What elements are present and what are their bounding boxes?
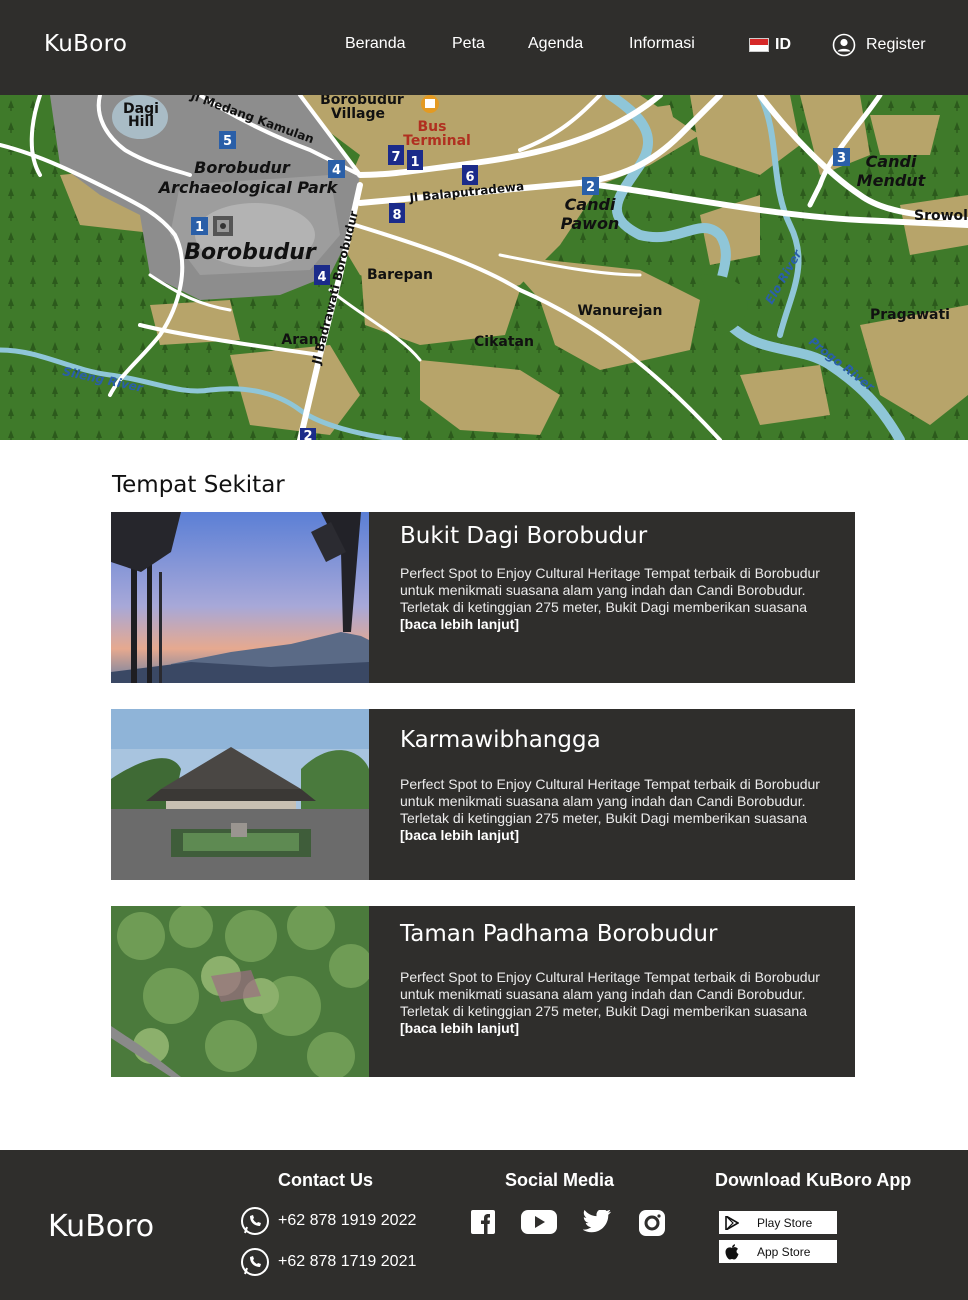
svg-text:Candi: Candi <box>866 152 917 171</box>
read-more-link[interactable]: [baca lebih lanjut] <box>400 827 519 843</box>
nav-peta[interactable]: Peta <box>452 35 485 53</box>
map-marker-6[interactable]: 6 <box>462 165 478 185</box>
svg-text:Archaeological Park: Archaeological Park <box>157 178 339 197</box>
temple-icon <box>213 216 233 236</box>
svg-text:1: 1 <box>410 155 419 170</box>
logo[interactable]: KuBoro <box>44 31 127 57</box>
play-store-button[interactable]: Play Store <box>719 1211 837 1234</box>
apple-icon <box>719 1243 745 1260</box>
svg-text:7: 7 <box>391 150 400 165</box>
contact-title: Contact Us <box>278 1170 374 1190</box>
phone-number: +62 878 1719 2021 <box>278 1253 417 1270</box>
map-marker-8[interactable]: 8 <box>389 203 405 223</box>
footer-logo[interactable]: KuBoro <box>48 1209 154 1244</box>
app-store-button[interactable]: App Store <box>719 1240 837 1263</box>
phone-number: +62 878 1919 2022 <box>278 1212 417 1229</box>
language-label: ID <box>775 36 791 53</box>
place-photo-sunset <box>111 512 369 683</box>
play-store-label: Play Store <box>757 1215 813 1230</box>
place-title: Bukit Dagi Borobudur <box>400 523 648 549</box>
place-photo-pavilion <box>111 709 369 880</box>
whatsapp-icon <box>241 1248 269 1276</box>
svg-text:Candi: Candi <box>565 195 616 214</box>
svg-text:Borobudur: Borobudur <box>194 158 291 177</box>
play-store-icon <box>719 1215 745 1230</box>
place-card-karmawibhangga[interactable]: Karmawibhangga Perfect Spot to Enjoy Cul… <box>111 709 855 880</box>
phone-link-2[interactable]: +62 878 1719 2021 <box>240 1247 416 1277</box>
top-navbar: KuBoro Beranda Peta Agenda Informasi ID … <box>0 0 968 95</box>
nav-agenda[interactable]: Agenda <box>528 35 583 53</box>
map-marker-5[interactable]: 5 <box>219 131 236 149</box>
phone-link-1[interactable]: +62 878 1919 2022 <box>240 1206 416 1236</box>
twitter-icon[interactable] <box>583 1210 611 1234</box>
svg-text:2: 2 <box>303 429 312 440</box>
place-card-bukit-dagi[interactable]: Bukit Dagi Borobudur Perfect Spot to Enj… <box>111 512 855 683</box>
map-marker-2[interactable]: 2 <box>582 177 599 195</box>
instagram-icon[interactable] <box>639 1210 665 1236</box>
place-description: Perfect Spot to Enjoy Cultural Heritage … <box>400 969 820 1036</box>
svg-text:Wanurejan: Wanurejan <box>578 303 663 319</box>
user-icon <box>832 33 856 57</box>
read-more-link[interactable]: [baca lebih lanjut] <box>400 616 519 632</box>
language-selector[interactable]: ID <box>749 36 791 54</box>
map-marker-2b[interactable]: 2 <box>300 428 316 440</box>
map-marker-7[interactable]: 7 <box>388 145 404 165</box>
svg-text:6: 6 <box>465 170 474 185</box>
place-description: Perfect Spot to Enjoy Cultural Heritage … <box>400 776 820 843</box>
indonesia-flag-icon <box>749 38 769 52</box>
map-marker-4b[interactable]: 4 <box>314 265 330 285</box>
svg-text:8: 8 <box>392 208 401 223</box>
svg-text:Barepan: Barepan <box>367 267 433 283</box>
svg-text:Borobudur: Borobudur <box>184 240 317 265</box>
svg-text:4: 4 <box>332 163 341 178</box>
youtube-icon[interactable] <box>521 1210 557 1234</box>
svg-text:Srowol: Srowol <box>914 208 968 224</box>
social-title: Social Media <box>505 1170 615 1190</box>
register-label: Register <box>866 36 926 53</box>
svg-text:5: 5 <box>223 134 232 149</box>
place-photo-aerial <box>111 906 369 1077</box>
svg-text:Pragawati: Pragawati <box>870 307 950 323</box>
svg-text:Terminal: Terminal <box>403 133 471 149</box>
place-title: Karmawibhangga <box>400 727 601 753</box>
svg-text:4: 4 <box>317 270 326 285</box>
svg-text:3: 3 <box>837 151 846 166</box>
bus-icon <box>421 95 439 113</box>
facebook-icon[interactable] <box>471 1210 495 1234</box>
place-title: Taman Padhama Borobudur <box>400 921 718 947</box>
svg-text:Hill: Hill <box>128 114 154 130</box>
nav-informasi[interactable]: Informasi <box>629 35 695 53</box>
app-store-label: App Store <box>757 1244 811 1259</box>
map-marker-1a[interactable]: 1 <box>191 217 208 235</box>
svg-text:Village: Village <box>331 106 385 122</box>
svg-text:2: 2 <box>586 180 595 195</box>
svg-text:Mendut: Mendut <box>857 171 927 190</box>
nav-beranda[interactable]: Beranda <box>345 35 406 53</box>
map-marker-4a[interactable]: 4 <box>328 160 345 178</box>
whatsapp-icon <box>241 1207 269 1235</box>
place-card-taman-padhama[interactable]: Taman Padhama Borobudur Perfect Spot to … <box>111 906 855 1077</box>
place-description: Perfect Spot to Enjoy Cultural Heritage … <box>400 565 820 632</box>
map-marker-1b[interactable]: 1 <box>407 150 423 170</box>
download-title: Download KuBoro App <box>715 1170 912 1190</box>
area-map[interactable]: 5 4 1 7 1 6 8 4 2 3 2 Dagi Hill Borobudu… <box>0 95 968 440</box>
register-button[interactable]: Register <box>832 33 926 57</box>
footer: KuBoro Contact Us +62 878 1919 2022 +62 … <box>0 1150 968 1300</box>
section-title: Tempat Sekitar <box>112 472 285 498</box>
read-more-link[interactable]: [baca lebih lanjut] <box>400 1020 519 1036</box>
svg-text:1: 1 <box>195 220 204 235</box>
svg-text:Pawon: Pawon <box>561 214 620 233</box>
svg-text:Cikatan: Cikatan <box>474 334 534 350</box>
map-marker-3[interactable]: 3 <box>833 148 850 166</box>
